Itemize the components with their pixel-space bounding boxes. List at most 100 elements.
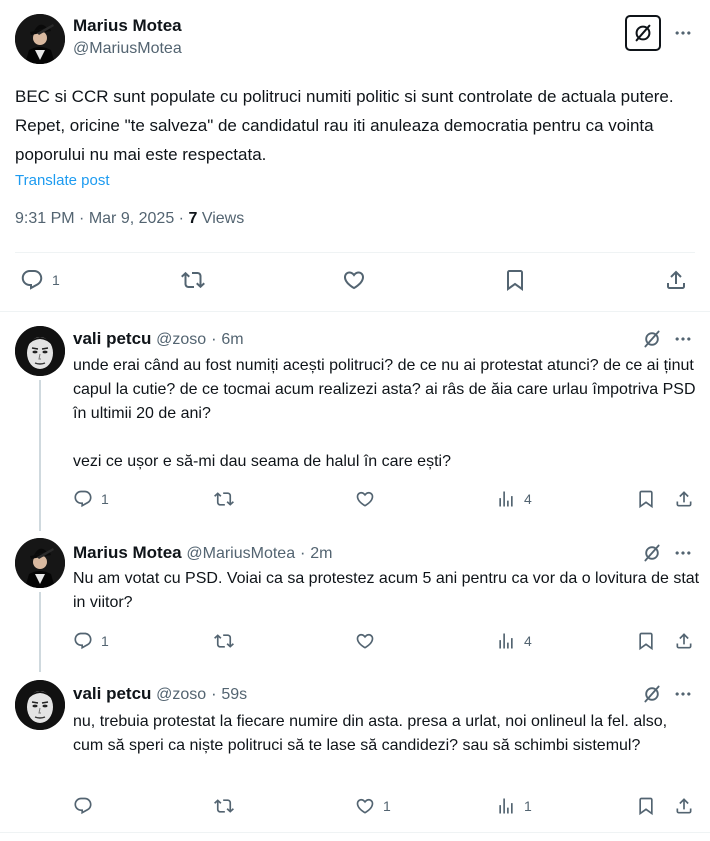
reply-time[interactable]: 2m bbox=[310, 545, 332, 562]
divider bbox=[15, 252, 695, 253]
author-name[interactable]: Marius Motea bbox=[73, 16, 182, 36]
avatar[interactable] bbox=[15, 680, 65, 730]
reply-icon bbox=[73, 796, 93, 816]
views-button[interactable]: 1 bbox=[496, 796, 532, 816]
repost-button[interactable] bbox=[214, 489, 234, 509]
reply-count: 1 bbox=[101, 633, 109, 649]
avatar[interactable] bbox=[15, 14, 65, 64]
share-icon bbox=[674, 489, 694, 509]
more-button[interactable] bbox=[671, 327, 695, 351]
share-icon bbox=[674, 631, 694, 651]
like-button[interactable]: 1 bbox=[355, 796, 391, 816]
bookmark-button[interactable] bbox=[503, 268, 527, 292]
share-button[interactable] bbox=[664, 268, 688, 292]
thread-line bbox=[39, 380, 41, 531]
grok-button[interactable] bbox=[641, 683, 663, 705]
repost-icon bbox=[181, 268, 205, 292]
reply-button[interactable]: 1 bbox=[73, 489, 109, 509]
avatar[interactable] bbox=[15, 538, 65, 588]
repost-icon bbox=[214, 489, 234, 509]
post-meta: 9:31 PM · Mar 9, 2025 · 7 Views bbox=[15, 210, 244, 228]
reply-time[interactable]: 59s bbox=[221, 686, 247, 703]
repost-button[interactable] bbox=[214, 631, 234, 651]
share-button[interactable] bbox=[674, 631, 694, 651]
bookmark-icon bbox=[503, 268, 527, 292]
reply-count: 1 bbox=[101, 491, 109, 507]
views-label: Views bbox=[201, 210, 245, 227]
avatar[interactable] bbox=[15, 326, 65, 376]
repost-button[interactable] bbox=[214, 796, 234, 816]
views-button[interactable]: 4 bbox=[496, 631, 532, 651]
grok-icon bbox=[644, 544, 660, 562]
thread-line bbox=[39, 592, 41, 672]
more-button[interactable] bbox=[671, 541, 695, 565]
grok-button[interactable] bbox=[641, 542, 663, 564]
like-icon bbox=[355, 489, 375, 509]
translate-post-link[interactable]: Translate post bbox=[15, 172, 110, 189]
views-count: 4 bbox=[524, 633, 532, 649]
divider bbox=[0, 311, 710, 312]
reply-button[interactable] bbox=[73, 796, 101, 816]
separator: · bbox=[210, 329, 217, 348]
reply-header: vali petcu @zoso · 6m bbox=[73, 329, 244, 349]
separator: · bbox=[299, 543, 306, 562]
like-icon bbox=[355, 796, 375, 816]
bookmark-icon bbox=[636, 489, 656, 509]
more-icon bbox=[673, 329, 693, 349]
views-icon bbox=[496, 631, 516, 651]
reply-button[interactable]: 1 bbox=[73, 631, 109, 651]
views-count: 1 bbox=[524, 798, 532, 814]
reply-button[interactable]: 1 bbox=[20, 268, 60, 292]
bookmark-button[interactable] bbox=[636, 489, 656, 509]
reply-count: 1 bbox=[52, 272, 60, 288]
divider bbox=[0, 832, 710, 833]
like-icon bbox=[355, 631, 375, 651]
reply-text: nu, trebuia protestat la fiecare numire … bbox=[73, 713, 672, 754]
author-handle[interactable]: @MariusMotea bbox=[73, 40, 182, 58]
grok-button[interactable] bbox=[641, 328, 663, 350]
more-button[interactable] bbox=[670, 20, 696, 46]
share-button[interactable] bbox=[674, 489, 694, 509]
views-count: 4 bbox=[524, 491, 532, 507]
post-text: BEC si CCR sunt populate cu politruci nu… bbox=[15, 87, 679, 164]
reply-icon bbox=[73, 489, 93, 509]
author-handle[interactable]: @zoso bbox=[156, 331, 206, 348]
post-date[interactable]: Mar 9, 2025 bbox=[89, 210, 174, 227]
repost-button[interactable] bbox=[181, 268, 205, 292]
reply-text: Nu am votat cu PSD. Voiai ca sa proteste… bbox=[73, 570, 704, 611]
like-button[interactable] bbox=[355, 489, 383, 509]
grok-icon bbox=[644, 330, 660, 348]
bookmark-button[interactable] bbox=[636, 631, 656, 651]
more-icon bbox=[673, 543, 693, 563]
grok-icon bbox=[644, 685, 660, 703]
author-handle[interactable]: @MariusMotea bbox=[186, 545, 295, 562]
share-icon bbox=[664, 268, 688, 292]
separator: · bbox=[210, 684, 217, 703]
like-button[interactable] bbox=[355, 631, 383, 651]
author-name[interactable]: Marius Motea bbox=[73, 543, 182, 562]
separator: · bbox=[79, 210, 85, 227]
share-button[interactable] bbox=[674, 796, 694, 816]
reply-header: vali petcu @zoso · 59s bbox=[73, 684, 247, 704]
views-button[interactable]: 4 bbox=[496, 489, 532, 509]
author-name[interactable]: vali petcu bbox=[73, 684, 151, 703]
grok-icon bbox=[635, 24, 651, 42]
author-name[interactable]: vali petcu bbox=[73, 329, 151, 348]
grok-button[interactable] bbox=[625, 15, 661, 51]
like-button[interactable] bbox=[342, 268, 366, 292]
more-icon bbox=[673, 684, 693, 704]
share-icon bbox=[674, 796, 694, 816]
repost-icon bbox=[214, 631, 234, 651]
reply-time[interactable]: 6m bbox=[221, 331, 243, 348]
reply-icon bbox=[73, 631, 93, 651]
views-count: 7 bbox=[188, 210, 198, 227]
more-button[interactable] bbox=[671, 682, 695, 706]
more-icon bbox=[673, 23, 693, 43]
post-time[interactable]: 9:31 PM bbox=[15, 210, 75, 227]
reply-icon bbox=[20, 268, 44, 292]
author-handle[interactable]: @zoso bbox=[156, 686, 206, 703]
bookmark-icon bbox=[636, 796, 656, 816]
bookmark-button[interactable] bbox=[636, 796, 656, 816]
reply-header: Marius Motea @MariusMotea · 2m bbox=[73, 543, 332, 563]
views-icon bbox=[496, 796, 516, 816]
